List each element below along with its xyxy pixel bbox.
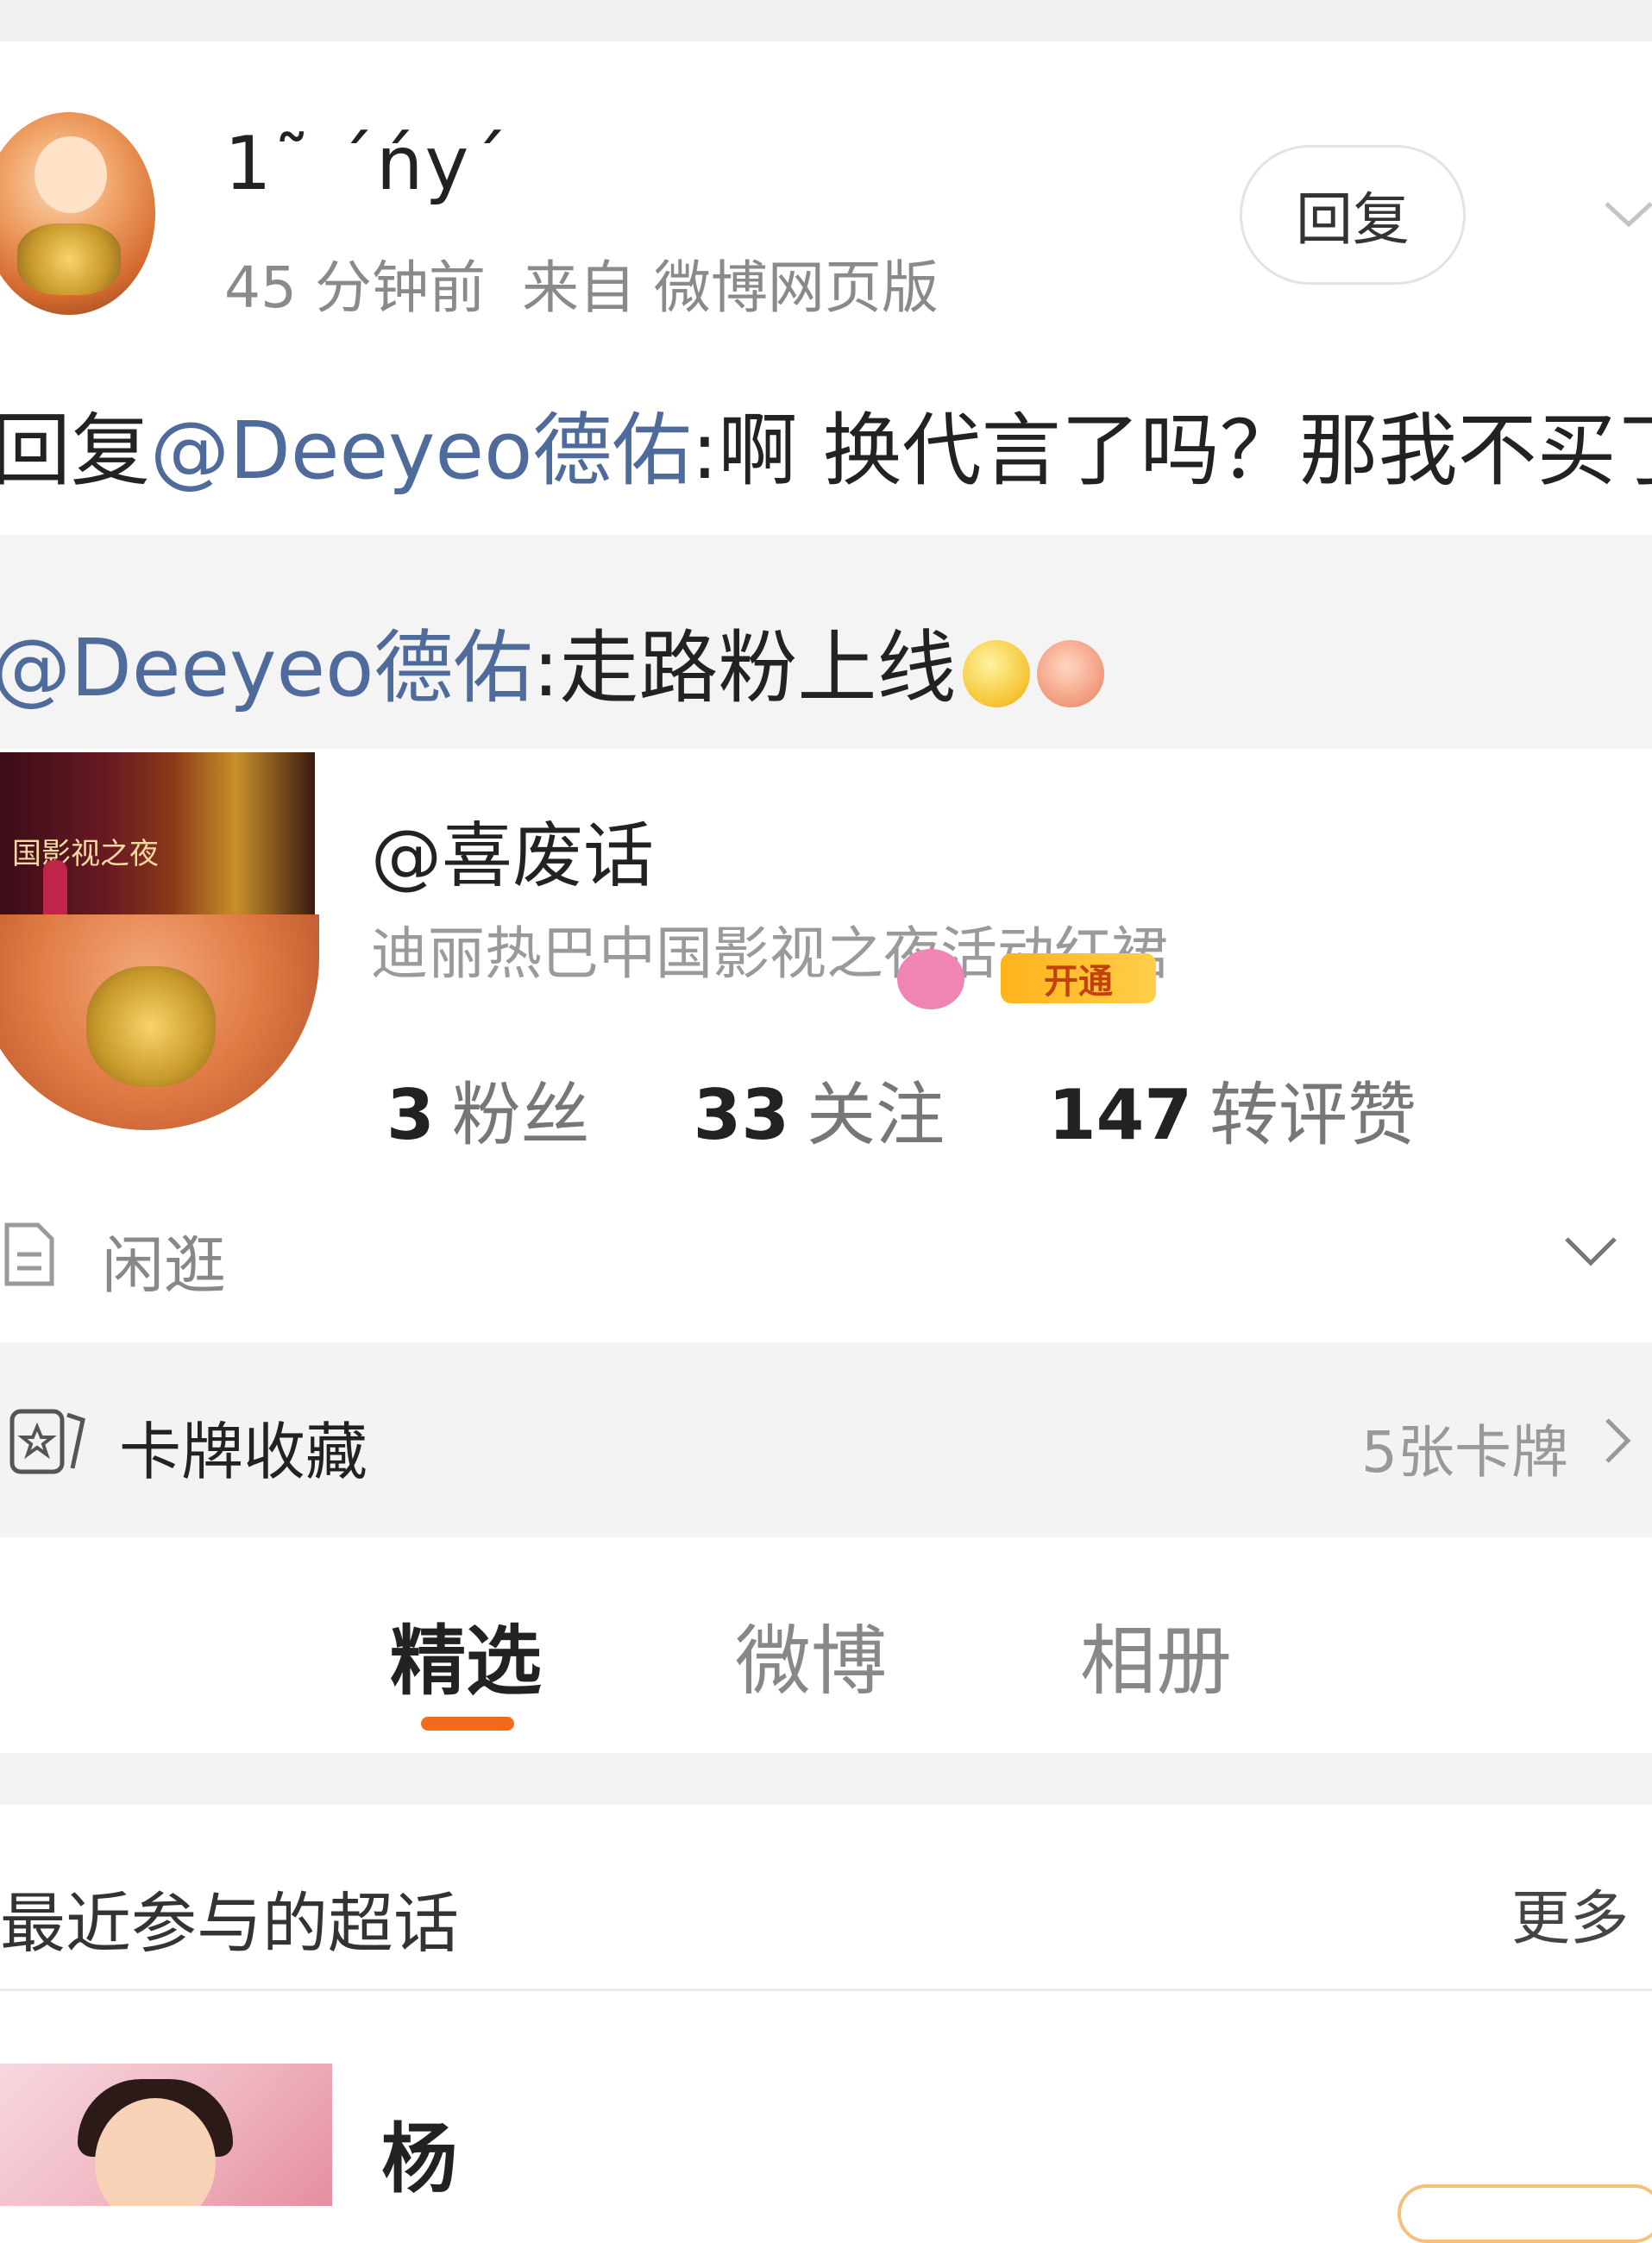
- comment-source: 来自 微博网页版: [521, 254, 939, 321]
- quoted-mention-link[interactable]: @Deeyeo德佑: [0, 622, 532, 714]
- stat-fans[interactable]: 3 粉丝: [386, 1075, 590, 1155]
- gender-badge-icon: [897, 949, 964, 1009]
- blob-emoji-icon: [1037, 639, 1105, 707]
- section-separator: [0, 1753, 1652, 1805]
- super-topics-title: 最近参与的超话: [0, 1885, 459, 1962]
- quoted-body-text: :走路粉上线: [532, 622, 957, 714]
- commenter-username[interactable]: 1˜ ˊńуˊ: [224, 121, 509, 207]
- tab-weibo[interactable]: 微博: [735, 1600, 887, 1710]
- tab-featured[interactable]: 精选: [390, 1600, 542, 1710]
- tab-album[interactable]: 相册: [1080, 1600, 1232, 1710]
- reply-mention-link[interactable]: @Deeyeo德佑: [150, 405, 691, 497]
- commenter-avatar[interactable]: [0, 112, 155, 315]
- quoted-comment-text: @Deeyeo德佑:走路粉上线: [0, 604, 1105, 719]
- stat-following[interactable]: 33 关注: [694, 1075, 945, 1155]
- divider: [0, 1989, 1652, 1991]
- reply-button[interactable]: 回复: [1240, 145, 1466, 285]
- comment-body: 回复@Deeyeo德佑:啊 换代言了吗？那我不买了: [0, 386, 1652, 501]
- comment-meta: 45 分钟前 来自 微博网页版: [224, 242, 939, 324]
- super-topic-name[interactable]: 杨: [381, 2098, 457, 2208]
- profile-intro: 闲逛: [102, 1229, 227, 1302]
- top-status-strip: [0, 0, 1652, 41]
- card-collection-title: 卡牌收藏: [119, 1416, 368, 1488]
- document-icon: [4, 1222, 54, 1286]
- card-collection-icon: [9, 1409, 85, 1474]
- vip-open-badge[interactable]: 开通: [1001, 953, 1156, 1003]
- poster-text: 国影视之夜: [12, 837, 159, 871]
- chevron-right-icon[interactable]: [1600, 1415, 1635, 1467]
- stat-interactions[interactable]: 147 转评赞: [1048, 1075, 1416, 1155]
- follow-pill-button[interactable]: [1398, 2184, 1652, 2243]
- more-link[interactable]: 更多: [1511, 1870, 1629, 1956]
- profile-avatar[interactable]: [0, 914, 319, 1130]
- grin-emoji-icon: [963, 639, 1031, 707]
- comment-time: 45 分钟前: [224, 254, 486, 321]
- linked-post-author[interactable]: @喜废话: [371, 798, 654, 901]
- profile-stats: 3 粉丝 33 关注 147 转评赞: [386, 1059, 1416, 1159]
- active-tab-indicator: [421, 1717, 514, 1731]
- chevron-down-icon[interactable]: [1603, 188, 1652, 240]
- super-topic-thumbnail[interactable]: [0, 2064, 332, 2206]
- reply-prefix: 回复: [0, 405, 151, 497]
- card-collection-count: 5张卡牌: [1361, 1419, 1568, 1486]
- expand-chevron-icon[interactable]: [1563, 1225, 1618, 1277]
- reply-body-text: :啊 换代言了吗？那我不买了: [691, 405, 1652, 497]
